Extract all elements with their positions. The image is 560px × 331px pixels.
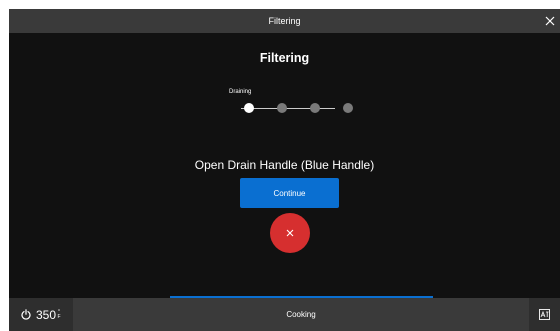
temperature-unit: ° F [57, 309, 61, 320]
step-dot-3 [310, 103, 320, 113]
power-icon [21, 309, 31, 320]
temperature-button[interactable]: 350 ° F [9, 298, 73, 331]
step-dot-1 [244, 103, 254, 113]
step-indicator: Draining [229, 89, 359, 119]
continue-button-label: Continue [273, 188, 306, 198]
step-label: Draining [229, 89, 252, 95]
close-button[interactable] [540, 9, 560, 33]
temperature-value: 350 [35, 307, 57, 322]
mode-label: Cooking [286, 310, 316, 319]
language-button[interactable] [529, 298, 560, 331]
window-title: Filtering [268, 16, 301, 26]
step-dot-4 [343, 103, 353, 113]
temperature-unit-letter: F [57, 313, 61, 320]
bottom-bar: 350 ° F Cooking [9, 298, 560, 331]
cancel-button[interactable] [270, 213, 310, 253]
title-bar: Filtering [9, 9, 560, 33]
step-connector [241, 107, 335, 109]
close-icon [545, 16, 555, 26]
continue-button[interactable]: Continue [240, 178, 339, 208]
language-icon [539, 309, 550, 320]
step-dot-2 [277, 103, 287, 113]
instruction-text: Open Drain Handle (Blue Handle) [194, 158, 375, 172]
x-icon [286, 229, 294, 237]
page-title: Filtering [259, 51, 310, 65]
filtering-screen: Filtering Filtering Draining Open Drain … [9, 9, 560, 331]
